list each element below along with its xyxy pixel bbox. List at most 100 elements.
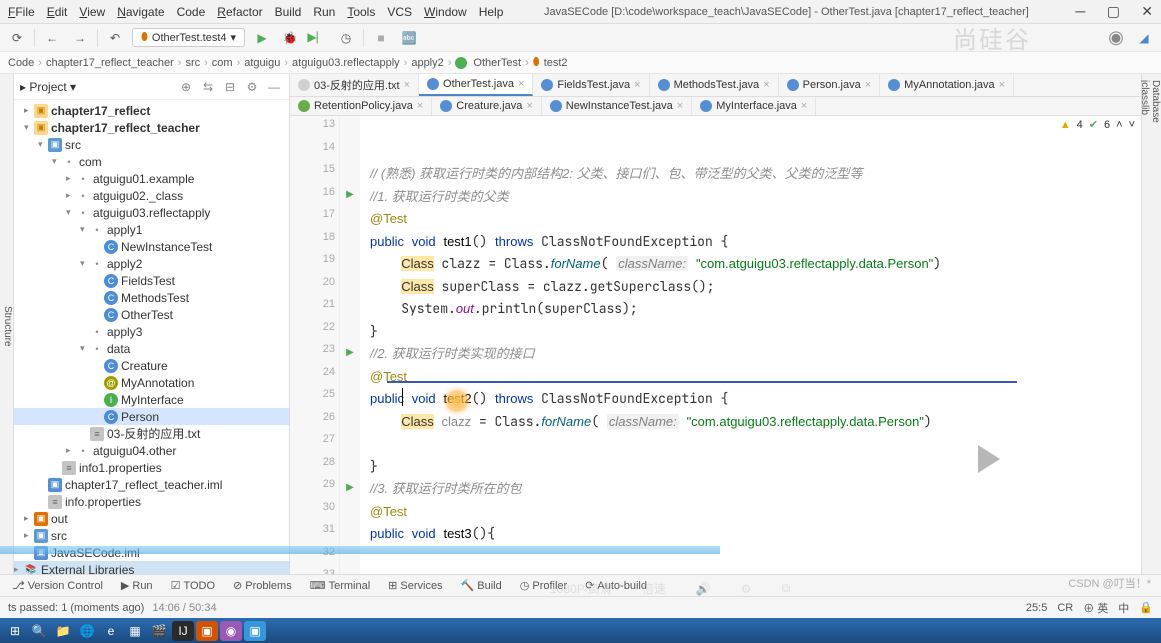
close-tab-icon[interactable]: ×: [865, 79, 871, 91]
btab-build[interactable]: 🔨 Build: [455, 577, 508, 594]
translate-icon[interactable]: 🔤: [398, 27, 420, 49]
tree-nit[interactable]: CNewInstanceTest: [14, 238, 289, 255]
menu-file[interactable]: FFile: [8, 5, 35, 19]
btab-todo[interactable]: ☑ TODO: [165, 577, 221, 594]
project-header-title[interactable]: ▸ Project ▾: [20, 80, 173, 94]
menu-build[interactable]: Build: [275, 5, 302, 19]
tree-mt[interactable]: CMethodsTest: [14, 289, 289, 306]
app-icon-10[interactable]: ◉: [220, 621, 242, 641]
tree-info[interactable]: ≡info.properties: [14, 493, 289, 510]
locate-icon[interactable]: ⊕: [177, 78, 195, 96]
status-crlf[interactable]: CR: [1057, 602, 1073, 614]
tree-ext[interactable]: ▸📚External Libraries: [14, 561, 289, 574]
editor-tab[interactable]: FieldsTest.java×: [533, 74, 649, 96]
search-icon[interactable]: 🔍: [28, 621, 50, 641]
editor-tab[interactable]: 03-反射的应用.txt×: [290, 74, 419, 96]
editor-tab[interactable]: RetentionPolicy.java×: [290, 97, 432, 115]
tree-com[interactable]: ▾com: [14, 153, 289, 170]
btab-vc[interactable]: ⎇ Version Control: [6, 577, 109, 594]
editor-tab[interactable]: Person.java×: [779, 74, 881, 96]
forward-icon[interactable]: →: [69, 27, 91, 49]
tree-src[interactable]: ▾▣src: [14, 136, 289, 153]
coverage-icon[interactable]: ▶⎸: [307, 27, 329, 49]
editor-tab[interactable]: NewInstanceTest.java×: [542, 97, 692, 115]
menu-run[interactable]: Run: [313, 5, 335, 19]
video-progress-bar[interactable]: [0, 546, 720, 554]
menu-refactor[interactable]: Refactor: [217, 5, 262, 19]
close-tab-icon[interactable]: ×: [763, 79, 769, 91]
close-tab-icon[interactable]: ×: [417, 100, 423, 112]
menu-view[interactable]: View: [79, 5, 105, 19]
editor-tab[interactable]: OtherTest.java×: [419, 74, 533, 96]
undo-icon[interactable]: ↶: [104, 27, 126, 49]
debug-icon[interactable]: 🐞: [279, 27, 301, 49]
btab-terminal[interactable]: ⌨ Terminal: [304, 577, 376, 594]
chevron-up-icon[interactable]: ˄: [1116, 119, 1122, 131]
crumb-3[interactable]: com: [212, 57, 233, 69]
crumb-2[interactable]: src: [185, 57, 200, 69]
tree-apply2[interactable]: ▾apply2: [14, 255, 289, 272]
editor-body[interactable]: 13141516⟳1718192021222324252627282930313…: [290, 116, 1141, 574]
close-tab-icon[interactable]: ×: [526, 100, 532, 112]
avatar-icon[interactable]: ◉: [1105, 27, 1127, 49]
stop-icon[interactable]: ■: [370, 27, 392, 49]
run-gutter[interactable]: ▶▶▶: [340, 116, 360, 574]
status-pos[interactable]: 25:5: [1026, 602, 1047, 614]
tree-p4[interactable]: ▸atguigu04.other: [14, 442, 289, 459]
expand-icon[interactable]: ⇆: [199, 78, 217, 96]
left-tool-strip[interactable]: Structure: [0, 74, 14, 574]
tree-src2[interactable]: ▸▣src: [14, 527, 289, 544]
database-tab[interactable]: Database: [1150, 80, 1161, 566]
app-icon-9[interactable]: ▣: [196, 621, 218, 641]
menu-navigate[interactable]: Navigate: [117, 5, 164, 19]
explorer-icon[interactable]: 📁: [52, 621, 74, 641]
btab-problems[interactable]: ⊘ Problems: [227, 577, 298, 594]
tree-out[interactable]: ▸▣out: [14, 510, 289, 527]
crumb-5[interactable]: atguigu03.reflectapply: [292, 57, 400, 69]
back-icon[interactable]: ←: [41, 27, 63, 49]
tree-person[interactable]: CPerson: [14, 408, 289, 425]
close-tab-icon[interactable]: ×: [677, 100, 683, 112]
edge-icon[interactable]: e: [100, 621, 122, 641]
menu-help[interactable]: Help: [479, 5, 504, 19]
start-icon[interactable]: ⊞: [4, 621, 26, 641]
menu-tools[interactable]: Tools: [347, 5, 375, 19]
tree-iml[interactable]: ▣chapter17_reflect_teacher.iml: [14, 476, 289, 493]
close-tab-icon[interactable]: ×: [801, 100, 807, 112]
code-content[interactable]: // (熟悉) 获取运行时类的内部结构2: 父类、接口们、包、带泛型的父类、父类…: [360, 116, 1141, 574]
chevron-down-icon[interactable]: ˅: [1129, 119, 1135, 131]
tree-module[interactable]: ▾▣chapter17_reflect_teacher: [14, 119, 289, 136]
tree-p3[interactable]: ▾atguigu03.reflectapply: [14, 204, 289, 221]
tree-info1[interactable]: ≡info1.properties: [14, 459, 289, 476]
video-quality[interactable]: 1080P 高清: [550, 580, 612, 597]
crumb-6[interactable]: apply2: [411, 57, 443, 69]
crumb-0[interactable]: Code: [8, 57, 34, 69]
tree-data[interactable]: ▾data: [14, 340, 289, 357]
tree-txt[interactable]: ≡03-反射的应用.txt: [14, 425, 289, 442]
volume-icon[interactable]: 🔊: [696, 582, 711, 596]
video-speed[interactable]: 倍速: [642, 580, 666, 597]
editor-tab[interactable]: Creature.java×: [432, 97, 541, 115]
app-icon-7[interactable]: 🎬: [148, 621, 170, 641]
crumb-4[interactable]: atguigu: [244, 57, 280, 69]
crumb-7[interactable]: OtherTest: [473, 57, 521, 69]
editor-tab[interactable]: MyAnnotation.java×: [880, 74, 1014, 96]
tree-ft[interactable]: CFieldsTest: [14, 272, 289, 289]
tree-ot[interactable]: COtherTest: [14, 306, 289, 323]
run-icon[interactable]: ▶: [251, 27, 273, 49]
ide-icon[interactable]: ◢: [1133, 27, 1155, 49]
crumb-8[interactable]: test2: [544, 57, 568, 69]
settings-icon[interactable]: ⚙: [741, 582, 752, 596]
gear-icon[interactable]: ⚙: [243, 78, 261, 96]
minimize-icon[interactable]: ─: [1075, 3, 1085, 19]
close-tab-icon[interactable]: ×: [634, 79, 640, 91]
profile-icon[interactable]: ◷: [335, 27, 357, 49]
editor-tab[interactable]: MethodsTest.java×: [650, 74, 779, 96]
status-enc[interactable]: ⊕ 英: [1083, 600, 1108, 616]
hide-icon[interactable]: —: [265, 78, 283, 96]
maximize-icon[interactable]: ▢: [1107, 3, 1120, 19]
collapse-icon[interactable]: ⊟: [221, 78, 239, 96]
btab-run[interactable]: ▶ Run: [115, 577, 159, 594]
intellij-icon[interactable]: IJ: [172, 621, 194, 641]
close-icon[interactable]: ✕: [1141, 3, 1153, 19]
